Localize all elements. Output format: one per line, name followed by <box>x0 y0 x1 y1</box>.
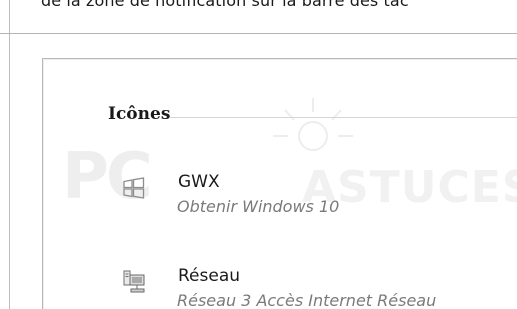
item-subtitle: Réseau 3 Accès Internet Réseau <box>177 291 437 309</box>
section-divider <box>170 117 517 118</box>
item-title: GWX <box>178 172 220 192</box>
windows-logo-icon <box>123 177 145 199</box>
network-icon <box>123 270 145 293</box>
watermark-sun-icon <box>273 98 353 151</box>
item-title: Réseau <box>178 266 241 286</box>
screenshot: de la zone de notification sur la barre … <box>0 0 517 309</box>
intro-text: de la zone de notification sur la barre … <box>41 0 409 10</box>
item-subtitle: Obtenir Windows 10 <box>177 197 340 216</box>
section-title: Icônes <box>108 104 171 124</box>
